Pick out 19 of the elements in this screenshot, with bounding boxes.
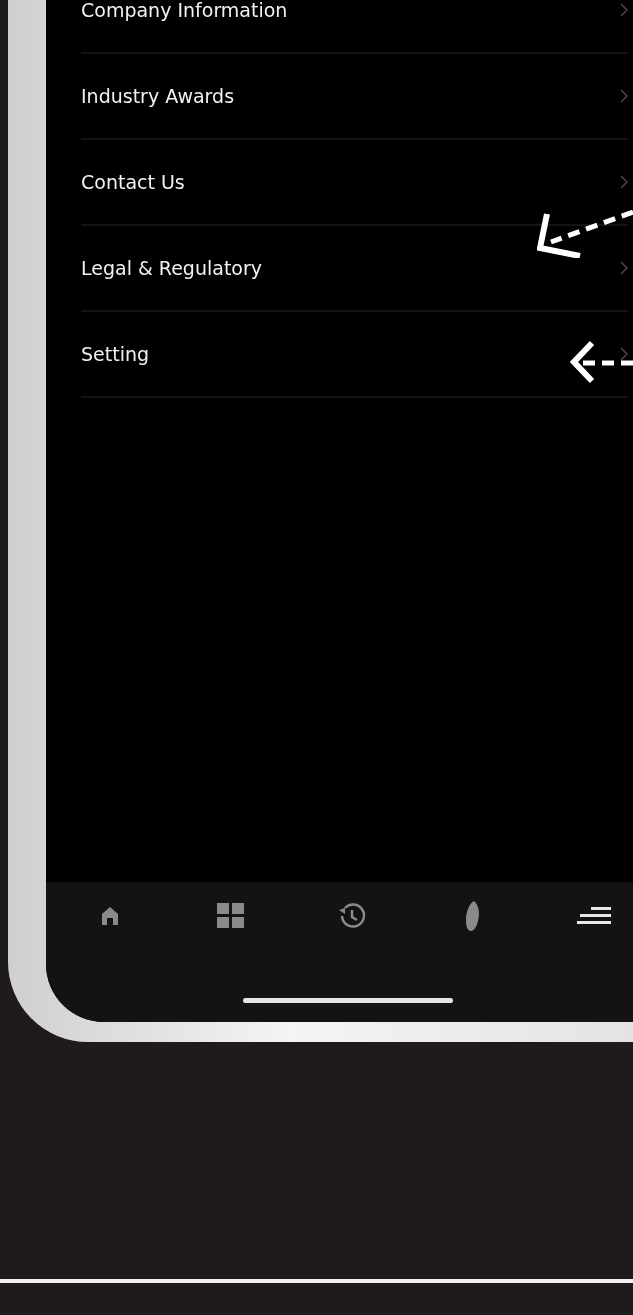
- menu-item-label: Contact Us: [81, 171, 185, 193]
- chevron-icon: [620, 261, 628, 275]
- chevron-icon: [620, 175, 628, 189]
- menu-item[interactable]: Company Information: [81, 0, 628, 54]
- menu-item[interactable]: Contact Us: [81, 140, 628, 226]
- menu-item-label: Setting: [81, 343, 150, 365]
- menu-item[interactable]: Setting: [81, 312, 628, 398]
- home-icon: [101, 906, 119, 926]
- menu-icon: [577, 906, 611, 926]
- grid-icon: [217, 903, 245, 929]
- chevron-icon: [620, 3, 628, 17]
- menu-item[interactable]: Industry Awards: [81, 54, 628, 140]
- menu-item-label: Legal & Regulatory: [81, 257, 262, 279]
- menu-item-label: Industry Awards: [81, 85, 235, 107]
- chevron-icon: [620, 347, 628, 361]
- chevron-icon: [620, 89, 628, 103]
- leaf-icon: [465, 900, 481, 932]
- menu-item-label: Company Information: [81, 0, 288, 21]
- menu-item[interactable]: Legal & Regulatory: [81, 226, 628, 312]
